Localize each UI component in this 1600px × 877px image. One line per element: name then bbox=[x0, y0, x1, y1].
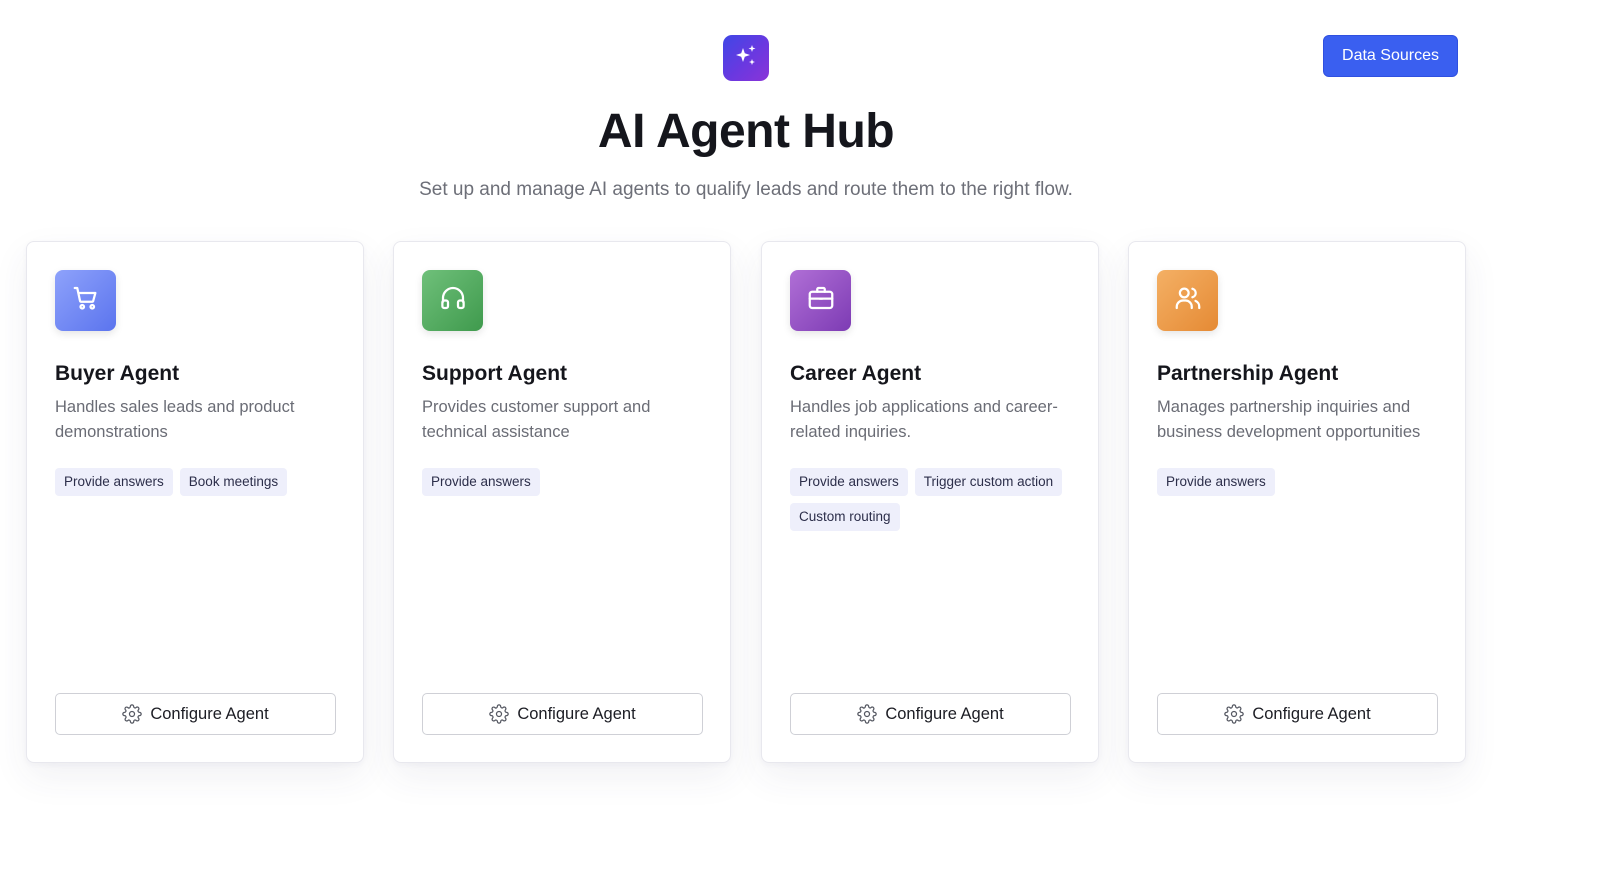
capability-tags: Provide answers Book meetings bbox=[55, 468, 345, 496]
agent-card-partnership: Partnership Agent Manages partnership in… bbox=[1128, 241, 1466, 763]
agent-name: Career Agent bbox=[790, 362, 922, 385]
agent-description: Manages partnership inquiries and busine… bbox=[1157, 398, 1421, 441]
capability-tags: Provide answers bbox=[422, 468, 712, 496]
agent-card-buyer: Buyer Agent Handles sales leads and prod… bbox=[26, 241, 364, 763]
gear-icon bbox=[857, 704, 878, 724]
agent-card-support: Support Agent Provides customer support … bbox=[393, 241, 731, 763]
agent-description: Provides customer support and technical … bbox=[422, 398, 651, 441]
configure-agent-label: Configure Agent bbox=[150, 704, 269, 723]
capability-tag: Book meetings bbox=[179, 468, 288, 496]
gear-icon bbox=[122, 704, 143, 724]
capability-tag: Provide answers bbox=[55, 468, 173, 496]
configure-agent-label: Configure Agent bbox=[885, 704, 1004, 723]
shopping-cart-icon bbox=[71, 283, 101, 318]
capability-tag: Provide answers bbox=[1157, 468, 1275, 496]
data-sources-button[interactable]: Data Sources bbox=[1323, 35, 1458, 77]
capability-tag: Custom routing bbox=[790, 503, 900, 531]
agent-icon-tile bbox=[55, 270, 116, 331]
configure-agent-button[interactable]: Configure Agent bbox=[422, 693, 703, 735]
gear-icon bbox=[1224, 704, 1245, 724]
configure-agent-label: Configure Agent bbox=[1252, 704, 1371, 723]
capability-tag: Provide answers bbox=[790, 468, 908, 496]
page-subtitle: Set up and manage AI agents to qualify l… bbox=[419, 179, 1073, 200]
capability-tag: Trigger custom action bbox=[914, 468, 1063, 496]
agent-name: Buyer Agent bbox=[55, 362, 180, 385]
agent-icon-tile bbox=[1157, 270, 1218, 331]
agent-icon-tile bbox=[422, 270, 483, 331]
agent-name: Support Agent bbox=[422, 362, 568, 385]
agent-description: Handles job applications and career-rela… bbox=[790, 398, 1058, 441]
sparkles-icon bbox=[732, 42, 760, 75]
agent-card-career: Career Agent Handles job applications an… bbox=[761, 241, 1099, 763]
capability-tags: Provide answers Trigger custom action Cu… bbox=[790, 468, 1080, 531]
briefcase-icon bbox=[806, 283, 836, 318]
configure-agent-button[interactable]: Configure Agent bbox=[55, 693, 336, 735]
capability-tags: Provide answers bbox=[1157, 468, 1447, 496]
agent-description: Handles sales leads and product demonstr… bbox=[55, 398, 295, 441]
capability-tag: Provide answers bbox=[422, 468, 540, 496]
configure-agent-button[interactable]: Configure Agent bbox=[790, 693, 1071, 735]
agent-icon-tile bbox=[790, 270, 851, 331]
app-logo bbox=[723, 35, 769, 81]
headphones-icon bbox=[438, 283, 468, 318]
configure-agent-label: Configure Agent bbox=[517, 704, 636, 723]
agent-name: Partnership Agent bbox=[1157, 362, 1339, 385]
users-icon bbox=[1173, 283, 1203, 318]
gear-icon bbox=[489, 704, 510, 724]
page-title: AI Agent Hub bbox=[597, 105, 895, 158]
configure-agent-button[interactable]: Configure Agent bbox=[1157, 693, 1438, 735]
